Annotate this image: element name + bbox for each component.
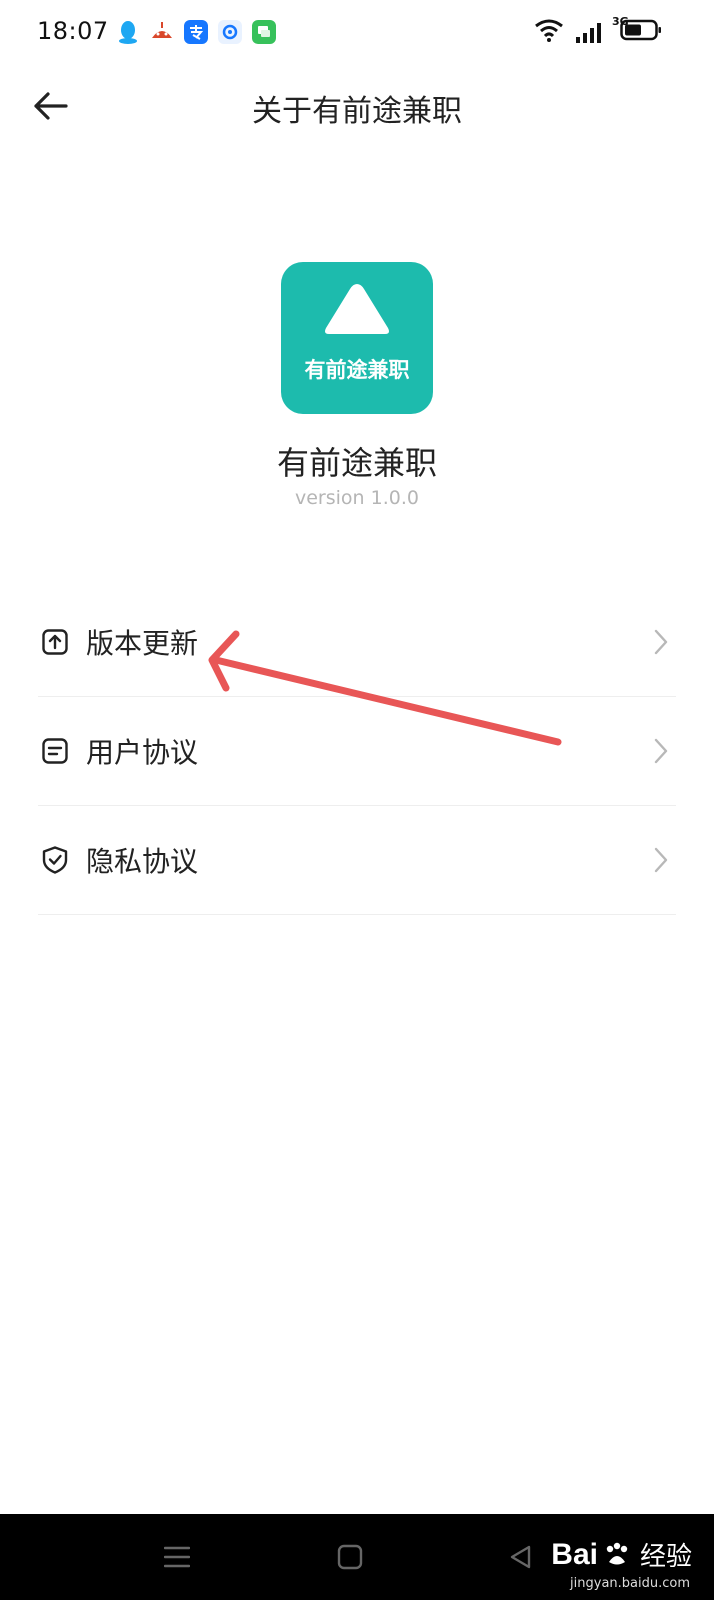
shield-check-icon (40, 845, 70, 875)
about-menu-list: 版本更新 用户协议 隐私协议 (38, 588, 676, 915)
page-title: 关于有前途兼职 (252, 94, 462, 129)
app-logo: 有前途兼职 (281, 262, 433, 414)
status-time: 18:07 (37, 17, 109, 45)
status-bar: 18:07 3G (0, 0, 714, 66)
alipay-icon (184, 20, 208, 44)
triangle-back-icon (510, 1545, 531, 1569)
logo-text: 有前途兼职 (304, 358, 410, 382)
menu-item-label: 用户协议 (86, 736, 199, 769)
watermark-suffix: 经验 (639, 1542, 692, 1572)
app-icon (150, 20, 174, 44)
baidu-watermark: Bai 经验 (551, 1536, 692, 1573)
about-screen: 18:07 3G 关于有前途兼职 有前途兼职 有前途兼职 version 1.0… (0, 0, 714, 1600)
triangle-logo-icon (325, 284, 389, 334)
back-nav-button[interactable] (505, 1542, 535, 1572)
system-nav-bar: Bai 经验 jingyan.baidu.com (0, 1514, 714, 1600)
chevron-right-icon (654, 847, 668, 873)
status-right: 3G (534, 15, 662, 46)
menu-item-user-agreement[interactable]: 用户协议 (38, 697, 676, 806)
paw-icon (606, 1542, 628, 1564)
home-nav-button[interactable] (335, 1542, 365, 1572)
network-type: 3G (612, 15, 629, 28)
watermark-url: jingyan.baidu.com (570, 1576, 690, 1591)
menu-lines-icon (164, 1546, 190, 1568)
app-header: 关于有前途兼职 (0, 66, 714, 146)
notification-icons (116, 20, 276, 44)
document-icon (40, 736, 70, 766)
menu-item-version-update[interactable]: 版本更新 (38, 588, 676, 697)
app-name: 有前途兼职 (276, 444, 437, 482)
signal-icon: 3G (574, 15, 629, 45)
qq-icon (116, 20, 140, 44)
menu-nav-button[interactable] (162, 1542, 192, 1572)
menu-item-privacy-agreement[interactable]: 隐私协议 (38, 806, 676, 915)
chevron-right-icon (654, 738, 668, 764)
watermark-brand: Bai (551, 1537, 598, 1571)
app-version: version 1.0.0 (295, 487, 419, 509)
square-home-icon (337, 1544, 363, 1570)
chevron-right-icon (654, 629, 668, 655)
upload-box-icon (40, 627, 70, 657)
wifi-icon (534, 18, 564, 46)
menu-item-label: 隐私协议 (86, 845, 199, 878)
message-icon (252, 20, 276, 44)
menu-item-label: 版本更新 (86, 627, 199, 660)
email-icon (218, 20, 242, 44)
